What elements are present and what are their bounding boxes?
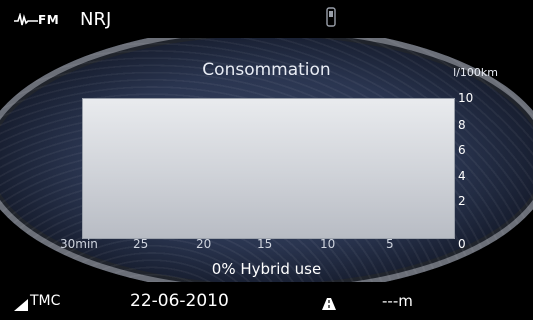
x-tick-label: 20 <box>196 237 212 251</box>
y-tick-label: 2 <box>458 194 466 208</box>
y-tick-label: 0 <box>458 237 466 251</box>
road-icon <box>322 295 336 314</box>
y-tick-label: 8 <box>458 118 466 132</box>
radio-wave-icon <box>14 11 38 31</box>
hybrid-use-label: 0% Hybrid use <box>211 260 322 278</box>
y-tick-label: 6 <box>458 143 466 157</box>
x-tick-label: 5 <box>386 237 394 251</box>
status-bar: TMC 22-06-2010 ---m <box>0 282 533 320</box>
consumption-plot-area <box>82 98 455 239</box>
y-tick-label: 4 <box>458 169 466 183</box>
distance-display: ---m <box>382 292 413 310</box>
signal-triangle-icon <box>14 296 28 315</box>
date-display: 22-06-2010 <box>130 291 229 311</box>
radio-band: FM <box>38 13 60 27</box>
phone-icon <box>326 7 336 31</box>
x-tick-label: 15 <box>257 237 273 251</box>
x-tick-label: 25 <box>133 237 149 251</box>
consumption-screen: Consommation l/100km 10 8 6 4 2 0 30min … <box>0 38 533 282</box>
top-bar: FM NRJ <box>0 0 533 38</box>
y-tick-label: 10 <box>458 91 474 105</box>
x-tick-label: 10 <box>320 237 336 251</box>
station-name: NRJ <box>80 9 112 30</box>
x-tick-label: 30min <box>60 237 98 251</box>
unit-label: l/100km <box>453 66 498 79</box>
tmc-label: TMC <box>30 293 61 309</box>
